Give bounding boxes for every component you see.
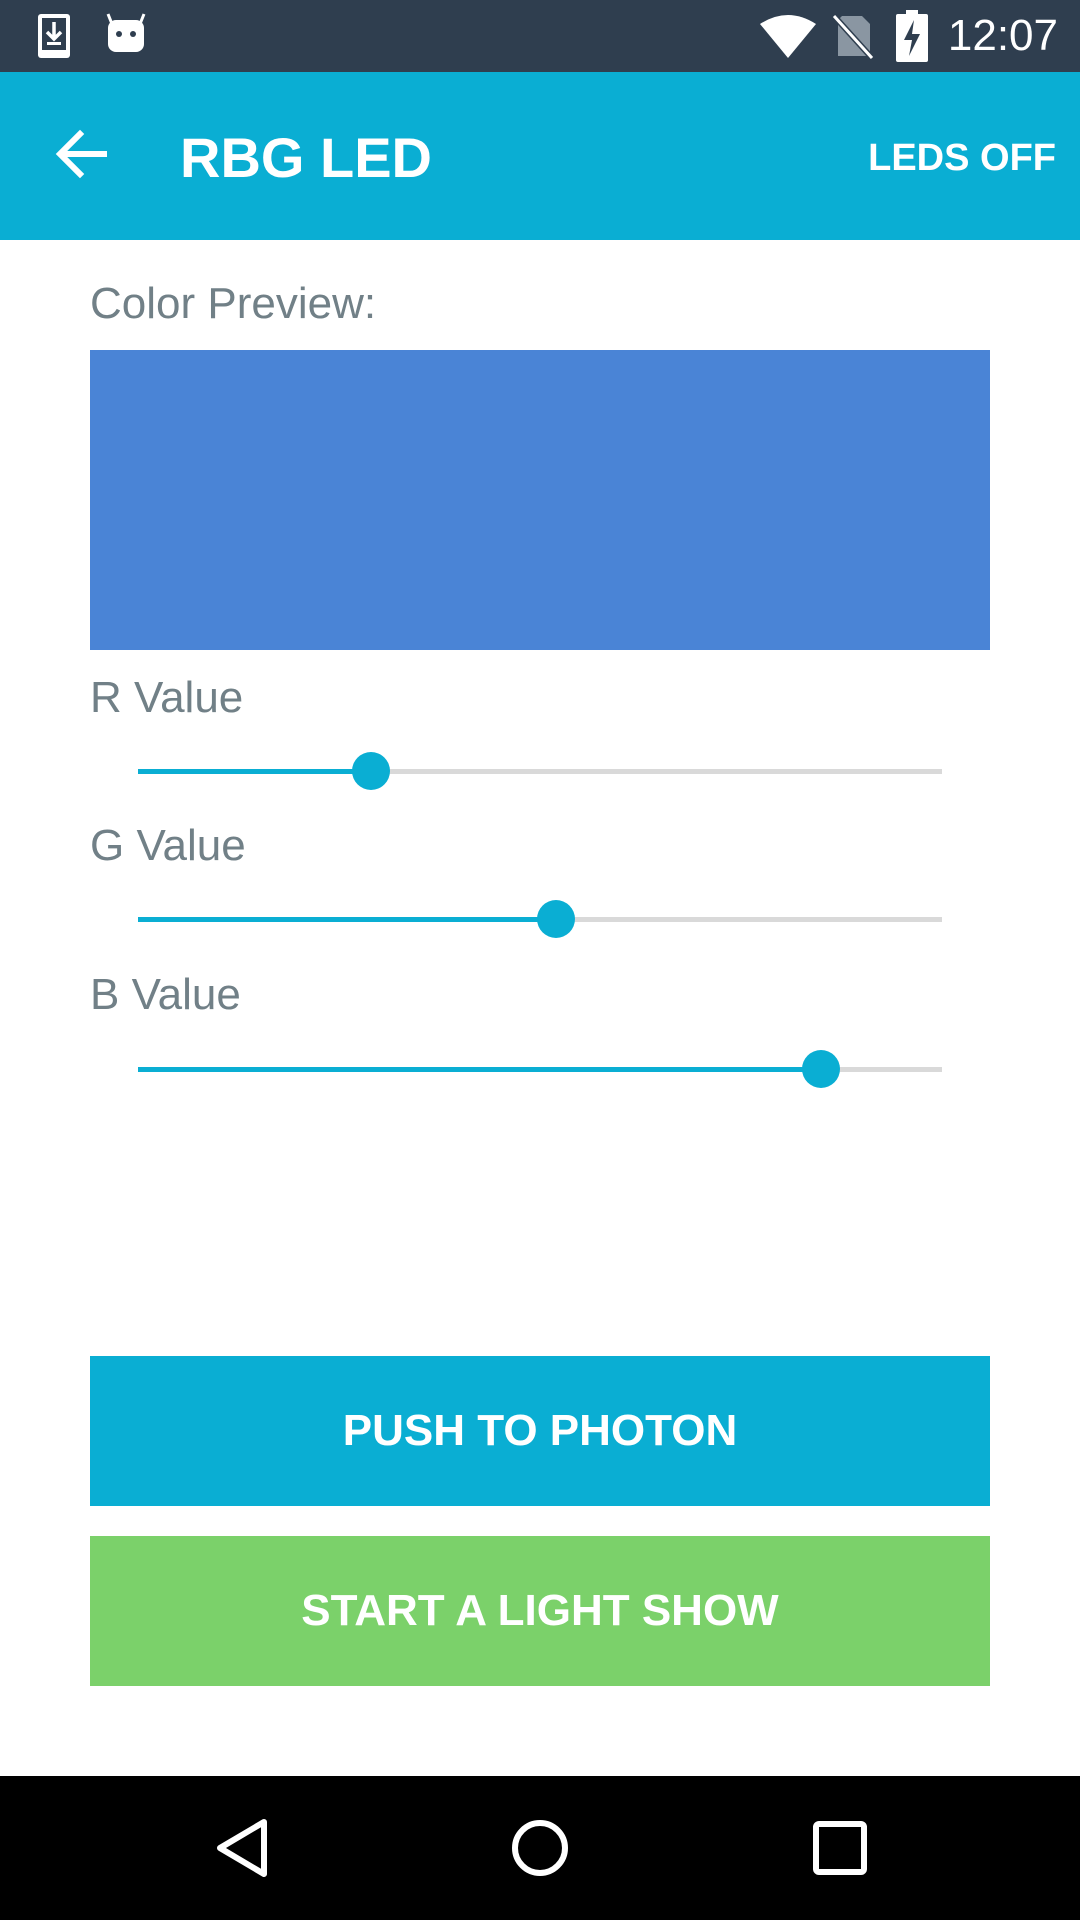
slider-fill: [138, 917, 557, 922]
no-sim-icon: [832, 14, 874, 60]
back-triangle-icon[interactable]: [214, 1818, 268, 1878]
push-to-photon-button[interactable]: PUSH TO PHOTON: [90, 1356, 990, 1506]
status-time: 12:07: [947, 11, 1058, 60]
leds-off-button[interactable]: LEDS OFF: [868, 136, 1056, 180]
wifi-icon: [760, 15, 816, 58]
download-icon: [38, 14, 70, 58]
app-bar: RBG LED LEDS OFF: [0, 72, 1080, 240]
recents-square-icon[interactable]: [812, 1820, 868, 1876]
b-value-slider[interactable]: [138, 1046, 942, 1094]
battery-charging-icon: [896, 10, 928, 62]
slider-fill: [138, 769, 372, 774]
r-value-label: R Value: [90, 673, 244, 722]
android-icon: [106, 13, 146, 52]
status-bar: 12:07: [0, 0, 1080, 72]
slider-fill: [138, 1067, 822, 1072]
arrow-left-icon[interactable]: [52, 124, 112, 184]
home-circle-icon[interactable]: [510, 1818, 570, 1878]
g-value-label: G Value: [90, 821, 246, 870]
slider-thumb[interactable]: [802, 1050, 841, 1088]
color-preview-label: Color Preview:: [90, 279, 377, 328]
color-preview-box: [90, 350, 990, 650]
b-value-label: B Value: [90, 970, 241, 1019]
page-title: RBG LED: [180, 126, 432, 189]
start-light-show-button[interactable]: START A LIGHT SHOW: [90, 1536, 990, 1686]
g-value-slider[interactable]: [138, 896, 942, 944]
navigation-bar: [0, 1776, 1080, 1920]
r-value-slider[interactable]: [138, 748, 942, 796]
slider-thumb[interactable]: [537, 900, 576, 938]
slider-thumb[interactable]: [352, 752, 391, 790]
